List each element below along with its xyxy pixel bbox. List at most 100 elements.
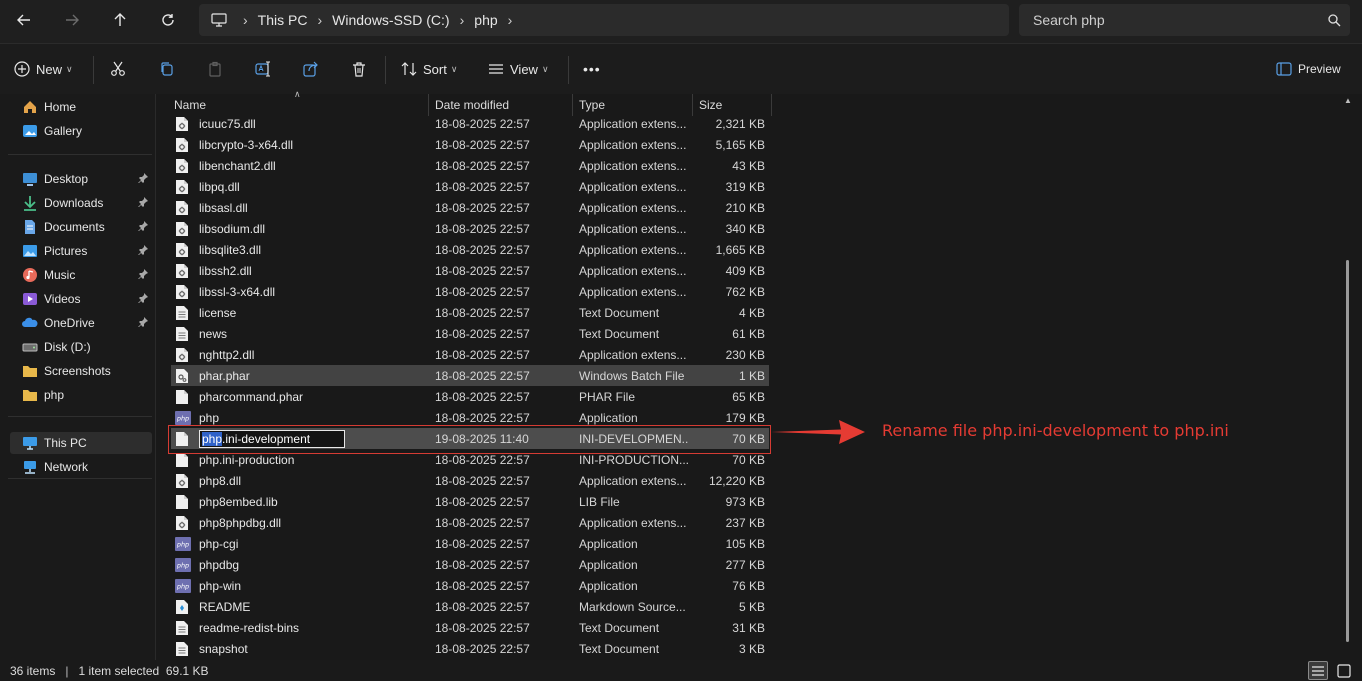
- view-button[interactable]: View ∨: [488, 57, 549, 81]
- search-input[interactable]: Search php: [1033, 12, 1318, 28]
- sidebar-item-desktop[interactable]: Desktop: [10, 168, 152, 190]
- refresh-button[interactable]: [152, 6, 184, 34]
- sidebar-item-gallery[interactable]: Gallery: [10, 120, 152, 142]
- file-row[interactable]: php8.dll 18-08-2025 22:57 Application exte…: [171, 470, 769, 491]
- breadcrumb-this-pc[interactable]: This PC: [258, 12, 308, 28]
- file-name-cell[interactable]: libpq.dll: [175, 176, 429, 197]
- file-name-cell[interactable]: nghttp2.dll: [175, 344, 429, 365]
- delete-button[interactable]: [351, 57, 373, 81]
- file-name-cell[interactable]: license: [175, 302, 429, 323]
- sidebar-item-this-pc[interactable]: This PC: [10, 432, 152, 454]
- file-row[interactable]: php phpdbg 18-08-2025 22:57 Application 277 …: [171, 554, 769, 575]
- sidebar-item-php[interactable]: php: [10, 384, 152, 406]
- tiles-view-button[interactable]: [1334, 661, 1354, 680]
- sidebar-item-onedrive[interactable]: OneDrive: [10, 312, 152, 334]
- file-row[interactable]: snapshot 18-08-2025 22:57 Text Document 3 K…: [171, 638, 769, 659]
- file-name-cell[interactable]: php php-cgi: [175, 533, 429, 554]
- file-name-cell[interactable]: README: [175, 596, 429, 617]
- file-row[interactable]: libenchant2.dll 18-08-2025 22:57 Applicati…: [171, 155, 769, 176]
- sidebar-item-documents[interactable]: Documents: [10, 216, 152, 238]
- file-row[interactable]: php php-win 18-08-2025 22:57 Application 76 …: [171, 575, 769, 596]
- file-name-cell[interactable]: phar.phar: [175, 365, 429, 386]
- file-name-cell[interactable]: libsqlite3.dll: [175, 239, 429, 260]
- details-view-button[interactable]: [1308, 661, 1328, 680]
- pin-icon[interactable]: [138, 196, 148, 210]
- file-row[interactable]: icuuc75.dll 18-08-2025 22:57 Application e…: [171, 113, 769, 134]
- more-options-button[interactable]: •••: [583, 57, 601, 81]
- file-row[interactable]: php8phpdbg.dll 18-08-2025 22:57 Applicatio…: [171, 512, 769, 533]
- file-name-cell[interactable]: php php-win: [175, 575, 429, 596]
- file-row[interactable]: pharcommand.phar 18-08-2025 22:57 PHAR Fil…: [171, 386, 769, 407]
- file-row[interactable]: libssh2.dll 18-08-2025 22:57 Application e…: [171, 260, 769, 281]
- pin-icon[interactable]: [138, 268, 148, 282]
- file-name-cell[interactable]: libsasl.dll: [175, 197, 429, 218]
- sidebar-item-videos[interactable]: Videos: [10, 288, 152, 310]
- scroll-up-icon[interactable]: ▲: [1344, 96, 1352, 105]
- new-button[interactable]: New ∨: [14, 57, 73, 81]
- pin-icon[interactable]: [138, 172, 148, 186]
- file-size: 43 KB: [732, 158, 765, 173]
- file-row[interactable]: nghttp2.dll 18-08-2025 22:57 Application e…: [171, 344, 769, 365]
- sidebar-item-disk-d[interactable]: Disk (D:): [10, 336, 152, 358]
- file-row[interactable]: news 18-08-2025 22:57 Text Document 61 KB: [171, 323, 769, 344]
- file-name-cell[interactable]: readme-redist-bins: [175, 617, 429, 638]
- file-row[interactable]: libsodium.dll 18-08-2025 22:57 Application…: [171, 218, 769, 239]
- file-row[interactable]: libssl-3-x64.dll 18-08-2025 22:57 Applicat…: [171, 281, 769, 302]
- forward-button[interactable]: [56, 6, 88, 34]
- pin-icon[interactable]: [138, 244, 148, 258]
- share-button[interactable]: [303, 57, 325, 81]
- sidebar-item-screenshots[interactable]: Screenshots: [10, 360, 152, 382]
- file-name: libsqlite3.dll: [199, 242, 262, 257]
- file-name-cell[interactable]: pharcommand.phar: [175, 386, 429, 407]
- pin-icon[interactable]: [138, 316, 148, 330]
- back-button[interactable]: [8, 6, 40, 34]
- file-row[interactable]: libsasl.dll 18-08-2025 22:57 Application e…: [171, 197, 769, 218]
- up-button[interactable]: [104, 6, 136, 34]
- preview-button[interactable]: Preview: [1276, 57, 1341, 81]
- file-name-cell[interactable]: libssh2.dll: [175, 260, 429, 281]
- file-row[interactable]: php8embed.lib 18-08-2025 22:57 LIB File 973…: [171, 491, 769, 512]
- copy-button[interactable]: [159, 57, 181, 81]
- file-row[interactable]: README 18-08-2025 22:57 Markdown Source...…: [171, 596, 769, 617]
- file-row[interactable]: libcrypto-3-x64.dll 18-08-2025 22:57 Appli…: [171, 134, 769, 155]
- sidebar-item-home[interactable]: Home: [10, 96, 152, 118]
- file-name-cell[interactable]: libssl-3-x64.dll: [175, 281, 429, 302]
- pin-icon[interactable]: [138, 292, 148, 306]
- file-row[interactable]: libpq.dll 18-08-2025 22:57 Application ext…: [171, 176, 769, 197]
- vertical-scrollbar[interactable]: [1346, 260, 1349, 642]
- breadcrumb-windows-ssd[interactable]: Windows-SSD (C:): [332, 12, 449, 28]
- chevron-right-icon[interactable]: ›: [508, 12, 513, 28]
- column-divider[interactable]: [771, 94, 772, 116]
- breadcrumb-php[interactable]: php: [474, 12, 497, 28]
- search-box[interactable]: Search php: [1019, 4, 1350, 36]
- sidebar-item-pictures[interactable]: Pictures: [10, 240, 152, 262]
- pictures-icon: [22, 243, 38, 259]
- file-name-cell[interactable]: icuuc75.dll: [175, 113, 429, 134]
- file-row[interactable]: php php-cgi 18-08-2025 22:57 Application 105…: [171, 533, 769, 554]
- sidebar-item-music[interactable]: Music: [10, 264, 152, 286]
- file-row[interactable]: license 18-08-2025 22:57 Text Document 4 KB: [171, 302, 769, 323]
- blank-file-icon: [175, 494, 189, 510]
- file-name-cell[interactable]: php8phpdbg.dll: [175, 512, 429, 533]
- file-row[interactable]: readme-redist-bins 18-08-2025 22:57 Text D…: [171, 617, 769, 638]
- cut-button[interactable]: [110, 57, 132, 81]
- file-type: Application extens...: [579, 200, 687, 215]
- sidebar-item-network[interactable]: Network: [10, 456, 152, 478]
- file-name-cell[interactable]: snapshot: [175, 638, 429, 659]
- pin-icon[interactable]: [138, 220, 148, 234]
- file-name-cell[interactable]: libsodium.dll: [175, 218, 429, 239]
- address-bar[interactable]: › This PC › Windows-SSD (C:) › php ›: [199, 4, 1009, 36]
- file-name-cell[interactable]: libenchant2.dll: [175, 155, 429, 176]
- file-row[interactable]: phar.phar 18-08-2025 22:57 Windows Batch F…: [171, 365, 769, 386]
- sort-button[interactable]: Sort ∨: [401, 57, 457, 81]
- dll-file-icon: [175, 284, 189, 300]
- paste-button[interactable]: [207, 57, 229, 81]
- file-name-cell[interactable]: php8embed.lib: [175, 491, 429, 512]
- file-name-cell[interactable]: php phpdbg: [175, 554, 429, 575]
- file-name-cell[interactable]: libcrypto-3-x64.dll: [175, 134, 429, 155]
- file-name-cell[interactable]: news: [175, 323, 429, 344]
- file-name-cell[interactable]: php8.dll: [175, 470, 429, 491]
- sidebar-item-downloads[interactable]: Downloads: [10, 192, 152, 214]
- file-row[interactable]: libsqlite3.dll 18-08-2025 22:57 Applicatio…: [171, 239, 769, 260]
- rename-button[interactable]: [255, 57, 277, 81]
